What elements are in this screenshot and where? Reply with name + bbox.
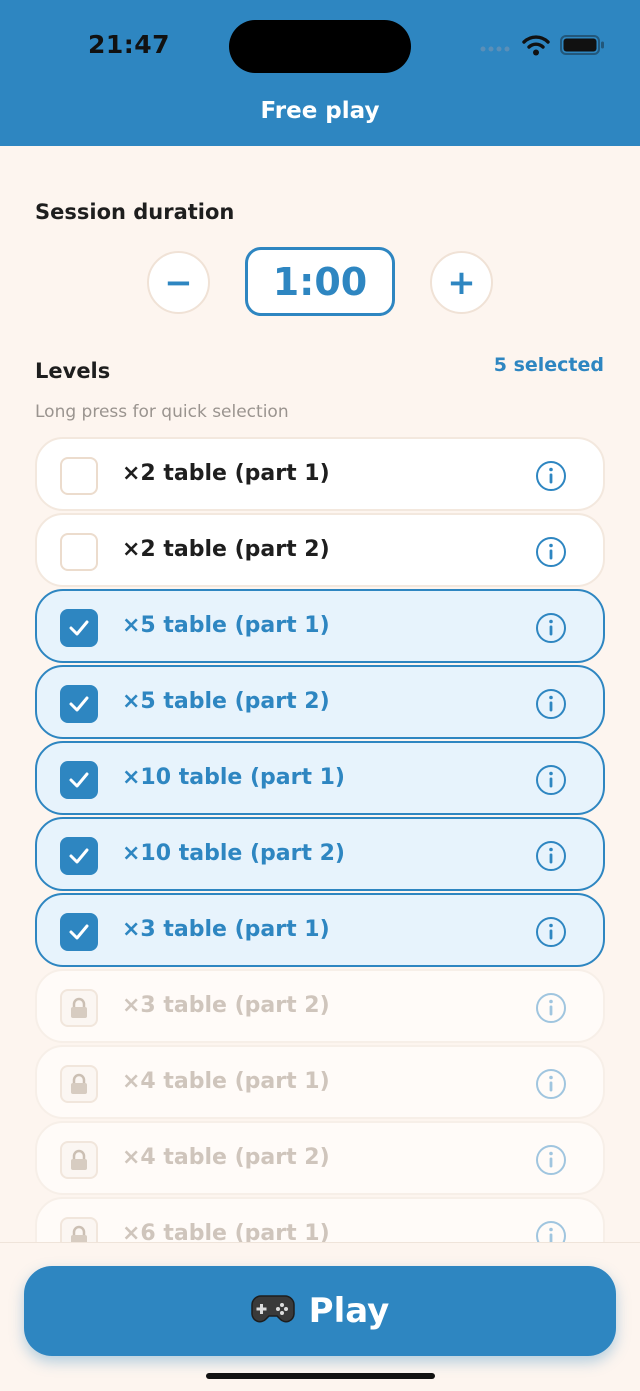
info-icon[interactable] [535,536,567,568]
info-icon[interactable] [535,840,567,872]
level-row[interactable]: ×10 table (part 1) [35,741,605,815]
level-checkbox[interactable] [60,457,98,495]
level-checkbox[interactable] [60,533,98,571]
minus-icon: − [164,262,193,303]
level-row[interactable]: ×10 table (part 2) [35,817,605,891]
level-row: ×6 table (part 1) [35,1197,605,1242]
gamepad-icon [250,1292,295,1330]
level-row: ×4 table (part 2) [35,1121,605,1195]
level-row: ×3 table (part 2) [35,969,605,1043]
info-icon[interactable] [535,612,567,644]
info-icon[interactable] [535,1144,567,1176]
checkmark-icon [69,848,89,864]
dynamic-island [229,20,411,73]
level-label: ×6 table (part 1) [122,1221,330,1242]
status-time: 21:47 [88,30,171,59]
level-label: ×3 table (part 1) [122,917,330,942]
level-label: ×5 table (part 1) [122,613,330,638]
info-icon[interactable] [535,764,567,796]
info-icon[interactable] [535,1068,567,1100]
levels-label: Levels [35,359,111,383]
duration-value: 1:00 [245,247,395,316]
level-row[interactable]: ×5 table (part 2) [35,665,605,739]
page-title: Free play [260,98,380,124]
level-label: ×5 table (part 2) [122,689,330,714]
checkmark-icon [69,772,89,788]
play-label: Play [308,1291,390,1331]
session-duration-label: Session duration [35,200,235,224]
info-icon[interactable] [535,688,567,720]
lock-icon [60,1141,98,1179]
checkmark-icon [69,924,89,940]
wifi-icon [522,34,550,60]
levels-list-viewport[interactable]: ×2 table (part 1) ×2 table (part 2) ×5 tab… [0,437,640,1242]
level-label: ×3 table (part 2) [122,993,330,1018]
level-checkbox[interactable] [60,685,98,723]
status-icons [480,34,606,60]
level-row: ×4 table (part 1) [35,1045,605,1119]
level-checkbox[interactable] [60,609,98,647]
info-icon[interactable] [535,460,567,492]
battery-icon [560,34,606,60]
increase-duration-button[interactable]: + [430,251,493,314]
lock-icon [60,1065,98,1103]
lock-icon [60,989,98,1027]
level-label: ×4 table (part 2) [122,1145,330,1170]
info-icon[interactable] [535,992,567,1024]
level-row[interactable]: ×2 table (part 2) [35,513,605,587]
plus-icon: + [447,262,476,303]
level-label: ×10 table (part 2) [122,841,345,866]
checkmark-icon [69,620,89,636]
free-play-screen: 21:47 Free play Session duration − 1:00 … [0,0,640,1391]
level-row[interactable]: ×3 table (part 1) [35,893,605,967]
info-icon[interactable] [535,916,567,948]
lock-icon [60,1217,98,1242]
level-label: ×10 table (part 1) [122,765,345,790]
checkmark-icon [69,696,89,712]
home-indicator [206,1373,435,1379]
level-row[interactable]: ×2 table (part 1) [35,437,605,511]
cellular-signal-icon [480,38,512,57]
level-label: ×2 table (part 1) [122,461,330,486]
selected-count[interactable]: 5 selected [494,354,604,376]
level-row[interactable]: ×5 table (part 1) [35,589,605,663]
level-label: ×2 table (part 2) [122,537,330,562]
decrease-duration-button[interactable]: − [147,251,210,314]
header: 21:47 Free play [0,0,640,146]
info-icon[interactable] [535,1220,567,1242]
quick-selection-hint: Long press for quick selection [35,402,289,422]
level-checkbox[interactable] [60,913,98,951]
play-button[interactable]: Play [24,1266,616,1356]
level-label: ×4 table (part 1) [122,1069,330,1094]
level-checkbox[interactable] [60,761,98,799]
level-checkbox[interactable] [60,837,98,875]
